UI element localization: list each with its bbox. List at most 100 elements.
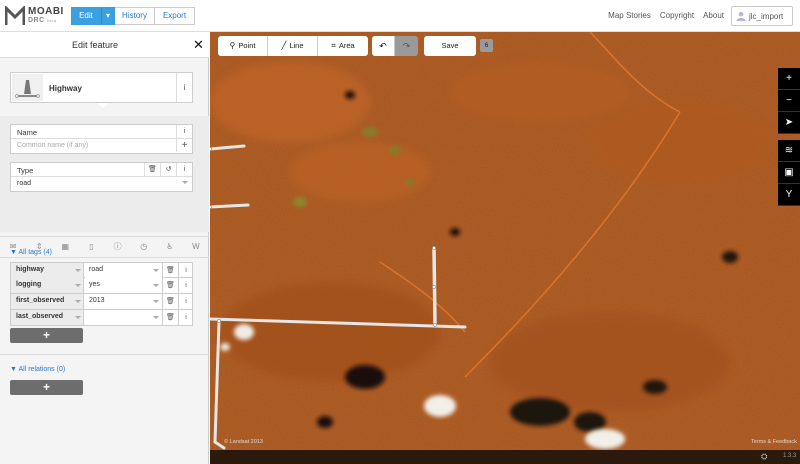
area-icon: ⌗ xyxy=(331,41,336,50)
tag-info-icon[interactable]: i xyxy=(178,310,193,325)
tag-value-input[interactable]: road xyxy=(85,263,162,278)
line-icon: ╱ xyxy=(281,41,287,50)
chevron-down-icon xyxy=(75,269,81,272)
chevron-down-icon xyxy=(75,316,81,319)
info-circle-icon[interactable]: ⓘ xyxy=(105,238,131,256)
satellite-imagery xyxy=(210,32,800,464)
type-value: road xyxy=(17,180,32,187)
tag-info-icon[interactable]: i xyxy=(178,278,193,293)
chevron-down-icon xyxy=(75,300,81,303)
highway-icon xyxy=(15,80,40,98)
all-tags-toggle[interactable]: ▼ All tags (4) xyxy=(10,249,52,256)
export-button[interactable]: Export xyxy=(155,7,195,25)
trash-icon[interactable]: 🗑 xyxy=(162,278,178,293)
zoom-in-icon[interactable]: + xyxy=(778,68,800,90)
undo-button[interactable]: ↶ xyxy=(372,36,395,56)
type-field-info-icon[interactable]: i xyxy=(176,163,192,176)
tag-info-icon[interactable]: i xyxy=(178,263,193,278)
redo-icon: ↷ xyxy=(402,41,411,51)
wikipedia-icon[interactable]: W xyxy=(183,238,209,256)
preset-info-icon[interactable]: i xyxy=(176,73,192,102)
trash-icon[interactable]: 🗑 xyxy=(162,294,178,309)
add-localized-name-icon[interactable]: + xyxy=(176,139,192,152)
help-wrench-icon[interactable]: Y xyxy=(778,184,800,206)
preset-fields: Name i Common name (if any) + Type 🗑 ↺ i… xyxy=(0,116,209,232)
add-area-button[interactable]: ⌗ Area xyxy=(318,36,368,56)
add-point-button[interactable]: ⚲ Point xyxy=(218,36,268,56)
tag-value-input[interactable]: 2013 xyxy=(85,294,162,309)
tag-key-input[interactable]: first_observed xyxy=(11,294,84,309)
history-button[interactable]: History xyxy=(115,7,155,25)
user-menu[interactable]: jlc_import xyxy=(731,6,793,26)
preset-selector[interactable]: Highway i xyxy=(10,72,193,103)
edit-button[interactable]: Edit xyxy=(71,7,101,25)
tag-key-input[interactable]: highway xyxy=(11,263,84,278)
trash-icon[interactable]: 🗑 xyxy=(144,163,160,176)
name-field-info-icon[interactable]: i xyxy=(176,125,192,138)
map-footer: ⛭ 1.3.3 xyxy=(210,450,800,464)
tag-row: highway road 🗑 i xyxy=(10,262,193,278)
trash-icon[interactable]: 🗑 xyxy=(162,263,178,278)
moabi-logo-icon xyxy=(5,6,25,25)
sidebar-title: Edit feature xyxy=(71,40,119,50)
close-icon[interactable]: ✕ xyxy=(193,37,204,53)
type-field: Type 🗑 ↺ i road xyxy=(10,162,193,192)
type-combo[interactable]: road xyxy=(11,177,192,191)
layers-icon[interactable]: ≋ xyxy=(778,140,800,162)
trash-icon[interactable]: 🗑 xyxy=(162,310,178,325)
chevron-down-icon xyxy=(153,269,159,272)
opening-hours-icon[interactable]: ◷ xyxy=(131,238,157,256)
add-line-button[interactable]: ╱ Line xyxy=(268,36,318,56)
redo-button[interactable]: ↷ xyxy=(395,36,418,56)
name-field-label: Name xyxy=(17,128,38,137)
phone-icon[interactable]: ▯ xyxy=(78,238,104,256)
tag-key-input[interactable]: logging xyxy=(11,278,84,293)
map-data-icon[interactable]: ▣ xyxy=(778,162,800,184)
name-input[interactable]: Common name (if any) + xyxy=(11,139,192,153)
preset-name: Highway xyxy=(49,84,82,93)
terms-feedback-link[interactable]: Terms & Feedback xyxy=(751,439,797,445)
wheelchair-icon[interactable]: ♿ xyxy=(157,238,183,256)
draw-toolbar: ⚲ Point ╱ Line ⌗ Area xyxy=(218,36,368,56)
name-field-label-row: Name i xyxy=(11,125,192,139)
undo-icon: ↶ xyxy=(379,41,387,51)
moabi-logo[interactable]: MOABI DRC beta xyxy=(5,5,65,27)
tag-row: logging yes 🗑 i xyxy=(10,278,193,294)
geolocate-icon[interactable]: ➤ xyxy=(778,112,800,134)
add-tag-button[interactable]: + xyxy=(10,328,83,343)
beta-badge: beta xyxy=(46,18,57,23)
top-links: Map Stories Copyright About xyxy=(608,11,724,20)
tag-value-input[interactable] xyxy=(85,310,162,325)
add-relation-button[interactable]: + xyxy=(10,380,83,395)
tag-info-icon[interactable]: i xyxy=(178,294,193,309)
edit-dropdown-button[interactable]: ▾ xyxy=(101,7,115,25)
type-field-label: Type xyxy=(17,166,34,175)
sidebar: Edit feature ✕ Highway i Name i Common n… xyxy=(0,32,209,464)
type-field-label-row: Type 🗑 ↺ i xyxy=(11,163,192,177)
name-input-placeholder: Common name (if any) xyxy=(17,142,89,149)
brand-name: MOABI xyxy=(28,6,64,17)
undo-redo-group: ↶ ↷ xyxy=(372,36,418,56)
chevron-down-icon xyxy=(75,284,81,287)
about-link[interactable]: About xyxy=(703,11,724,20)
map-stories-link[interactable]: Map Stories xyxy=(608,11,651,20)
mode-buttons: Edit ▾ History Export xyxy=(71,7,195,25)
chevron-down-icon xyxy=(153,316,159,319)
save-button[interactable]: Save xyxy=(424,36,476,56)
zoom-out-icon[interactable]: − xyxy=(778,90,800,112)
tag-key-input[interactable]: last_observed xyxy=(11,310,84,325)
map-canvas[interactable]: ⚲ Point ╱ Line ⌗ Area ↶ ↷ Save 6 + − ➤ ≋ ▣ … xyxy=(210,32,800,464)
revert-icon[interactable]: ↺ xyxy=(160,163,176,176)
calendar-icon[interactable]: ▦ xyxy=(52,238,78,256)
username: jlc_import xyxy=(749,12,784,21)
divider xyxy=(0,236,209,237)
map-controls: + − ➤ ≋ ▣ Y xyxy=(778,68,800,206)
tag-row: last_observed 🗑 i xyxy=(10,310,193,326)
copyright-link[interactable]: Copyright xyxy=(660,11,694,20)
all-relations-toggle[interactable]: ▼ All relations (0) xyxy=(10,366,65,373)
divider xyxy=(0,257,209,258)
divider xyxy=(0,354,209,355)
tag-value-input[interactable]: yes xyxy=(85,278,162,293)
bug-report-icon[interactable]: ⛭ xyxy=(761,452,767,462)
sidebar-header: Edit feature ✕ xyxy=(0,32,209,58)
